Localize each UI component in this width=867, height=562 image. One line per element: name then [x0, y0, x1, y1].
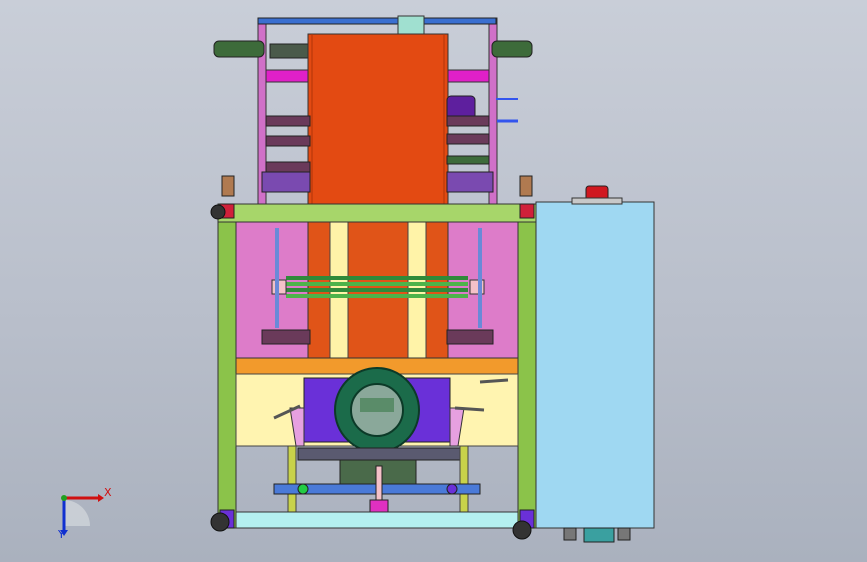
top-clamp-block	[397, 15, 425, 35]
frame-top-crossbar	[217, 203, 537, 223]
frame-right-upright	[517, 205, 537, 529]
right-bearing-block	[519, 175, 533, 197]
right-handle[interactable]	[454, 406, 485, 412]
base-plate	[235, 511, 519, 529]
electrical-cabinet	[535, 201, 655, 529]
x-axis-label: X	[104, 486, 112, 499]
left-caster-wheel	[210, 512, 230, 532]
left-roller-shaft	[213, 40, 265, 58]
upper-magenta-bar-right	[446, 69, 490, 83]
cutter-rod	[375, 465, 383, 501]
coordinate-triad	[60, 494, 104, 536]
y-axis-label: Y	[58, 528, 65, 541]
lower-right-roller	[446, 329, 494, 345]
cad-model-drawing[interactable]	[0, 0, 867, 562]
cabinet-bottom-connectors	[563, 527, 631, 543]
upper-right-rollers	[446, 115, 490, 165]
right-caster-wheel	[512, 520, 532, 540]
grey-mount-bar	[297, 447, 461, 461]
frame-left-upright	[217, 205, 237, 529]
left-bearing-block	[221, 175, 235, 197]
orange-film-roll-panel	[307, 33, 449, 205]
green-indicator-light	[297, 483, 309, 495]
rod-left	[275, 228, 279, 328]
right-roller-shaft	[491, 40, 533, 58]
right-corner-cap	[519, 203, 535, 219]
guide-post-right	[459, 445, 469, 517]
purple-indicator-light	[446, 483, 458, 495]
top-blue-bar	[257, 17, 497, 25]
lower-left-roller	[261, 329, 311, 345]
cabinet-top-mount	[571, 197, 623, 205]
upper-magenta-bar-left	[265, 69, 311, 83]
guide-post-left	[287, 445, 297, 517]
rod-right	[478, 228, 482, 328]
upper-left-rollers	[265, 115, 311, 173]
left-roller-shaft-2	[269, 43, 311, 59]
graphics-viewport[interactable]: X Y	[0, 0, 867, 562]
top-handle[interactable]	[479, 378, 509, 384]
